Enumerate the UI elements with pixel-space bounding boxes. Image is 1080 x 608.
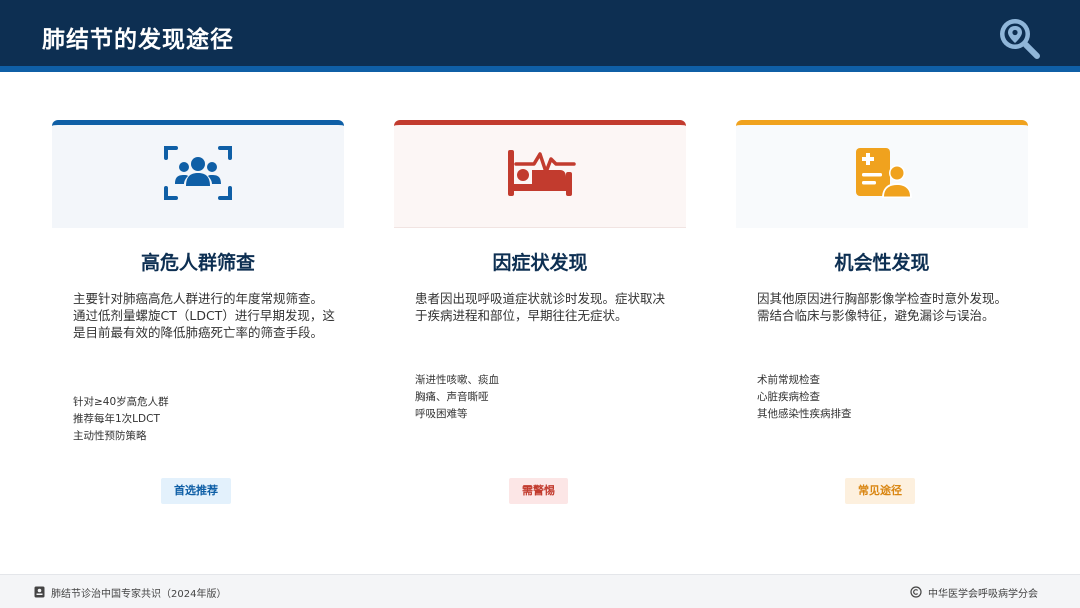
card-description: 主要针对肺癌高危人群进行的年度常规筛查。通过低剂量螺旋CT（LDCT）进行早期发… <box>73 291 335 340</box>
status-badge: 需警惕 <box>509 478 568 504</box>
card-symptom-discovery: 因症状发现 患者因出现呼吸道症状就诊时发现。症状取决于疾病进程和部位，早期往往无… <box>394 120 686 540</box>
card-points-list: 术前常规检查 心脏疾病检查 其他感染性疾病排查 <box>757 372 1019 423</box>
card-description: 因其他原因进行胸部影像学检查时意外发现。需结合临床与影像特征，避免漏诊与误治。 <box>757 291 1008 323</box>
group-scan-icon <box>164 146 232 200</box>
card-incidental-discovery: 机会性发现 因其他原因进行胸部影像学检查时意外发现。需结合临床与影像特征，避免漏… <box>736 120 1028 540</box>
card-title: 高危人群筛查 <box>140 252 255 274</box>
list-item: 其他感染性疾病排查 <box>757 408 852 420</box>
footer-copyright: 中华医学会呼吸病学分会 <box>910 585 1038 600</box>
list-item: 针对≥40岁高危人群 <box>73 396 169 408</box>
footer-bar: 肺结节诊治中国专家共识（2024年版） 中华医学会呼吸病学分会 <box>0 574 1080 608</box>
card-title: 机会性发现 <box>834 252 930 274</box>
list-item: 推荐每年1次LDCT <box>73 413 160 425</box>
magnifier-location-icon <box>1000 19 1040 59</box>
copyright-text: 中华医学会呼吸病学分会 <box>928 588 1038 600</box>
book-icon <box>34 586 45 598</box>
status-badge: 首选推荐 <box>161 478 231 504</box>
status-badge: 常见途径 <box>845 478 915 504</box>
list-item: 胸痛、声音嘶哑 <box>415 391 489 403</box>
card-points-list: 渐进性咳嗽、痰血 胸痛、声音嘶哑 呼吸困难等 <box>415 372 677 423</box>
card-points-list: 针对≥40岁高危人群 推荐每年1次LDCT 主动性预防策略 <box>73 394 335 445</box>
page-title: 肺结节的发现途径 <box>42 27 234 53</box>
card-description: 患者因出现呼吸道症状就诊时发现。症状取决于疾病进程和部位，早期往往无症状。 <box>415 291 666 323</box>
footer-source: 肺结节诊治中国专家共识（2024年版） <box>34 585 227 600</box>
copyright-icon <box>910 586 922 598</box>
header-bar: 肺结节的发现途径 <box>0 0 1080 72</box>
list-item: 心脏疾病检查 <box>757 391 820 403</box>
list-item: 术前常规检查 <box>757 374 820 386</box>
card-title: 因症状发现 <box>492 252 588 274</box>
list-item: 渐进性咳嗽、痰血 <box>415 374 499 386</box>
medical-report-user-icon <box>856 148 912 198</box>
list-item: 呼吸困难等 <box>415 408 468 420</box>
card-high-risk-screening: 高危人群筛查 主要针对肺癌高危人群进行的年度常规筛查。通过低剂量螺旋CT（LDC… <box>52 120 344 540</box>
hospital-bed-pulse-icon <box>508 150 576 196</box>
source-text: 肺结节诊治中国专家共识（2024年版） <box>51 588 227 600</box>
list-item: 主动性预防策略 <box>73 430 147 442</box>
